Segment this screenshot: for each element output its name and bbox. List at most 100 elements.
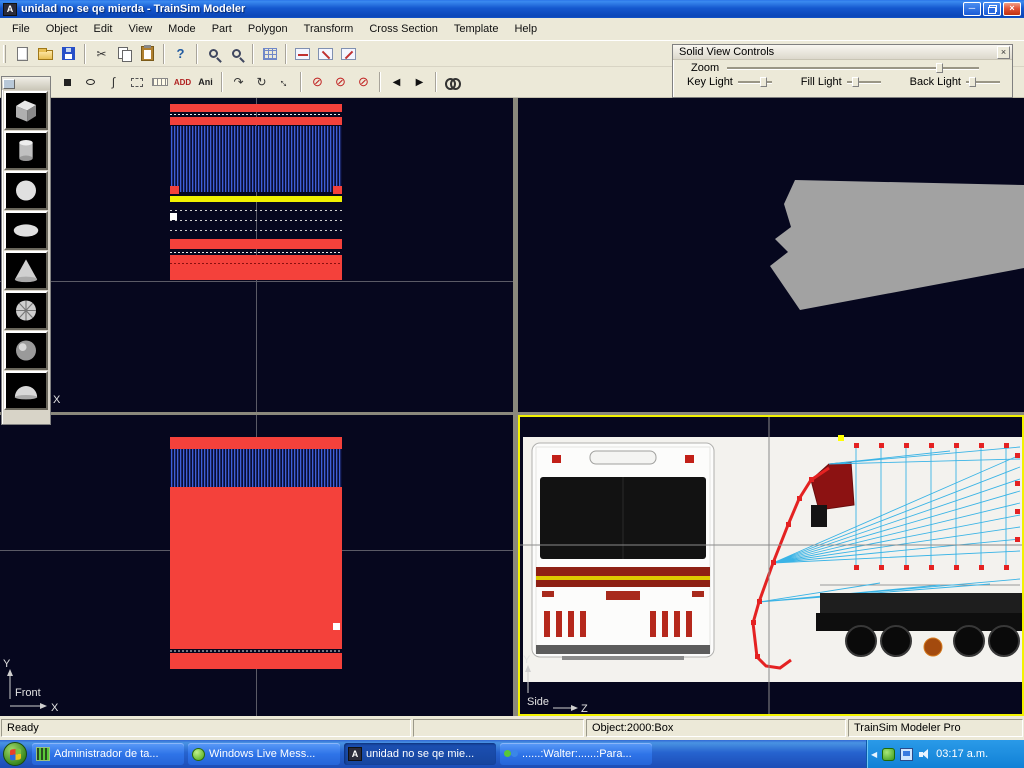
primitive-box-button[interactable] [4,91,48,130]
menu-mode[interactable]: Mode [160,20,204,38]
toolbar-grip[interactable] [3,45,6,63]
palette-titlebar[interactable] [2,77,50,90]
lock-move-button[interactable]: ⊘ [306,71,329,93]
primitive-ellipsoid-button[interactable] [4,211,48,250]
app-icon: A [3,3,17,16]
key-light-thumb[interactable] [760,77,767,87]
statusbar: Ready Object:2000:Box TrainSim Modeler P… [0,716,1024,740]
status-app-name: TrainSim Modeler Pro [848,719,1023,737]
close-button[interactable]: × [1003,2,1021,16]
minimize-button[interactable]: ─ [963,2,981,16]
back-light-slider[interactable] [966,76,1000,88]
tray-chevron-icon[interactable]: ◀ [871,750,877,759]
tray-volume-icon[interactable] [918,748,931,761]
copy-button[interactable] [113,43,136,65]
back-light-thumb[interactable] [969,77,976,87]
mirror-x-button[interactable] [291,43,314,65]
menu-edit[interactable]: Edit [86,20,121,38]
solid-view-controls-titlebar[interactable]: Solid View Controls × [673,45,1012,60]
move-tool-button[interactable]: ↷ [227,71,250,93]
menu-polygon[interactable]: Polygon [240,20,296,38]
selected-vertex[interactable] [838,435,844,441]
viewport-side[interactable]: Y Side Z [518,415,1024,716]
back-icon: ◀ [393,77,401,88]
lock-rotate-button[interactable]: ⊘ [329,71,352,93]
paste-button[interactable] [136,43,159,65]
primitive-dome-button[interactable] [4,371,48,410]
prev-button[interactable]: ◀ [385,71,408,93]
taskbar-item-conversation[interactable]: ......:Walter:......:Para... [500,743,652,765]
grid-toggle-button[interactable] [258,43,281,65]
next-button[interactable]: ▶ [408,71,431,93]
primitive-shaded-sphere-button[interactable] [4,331,48,370]
find-button[interactable] [441,71,464,93]
measure-button[interactable] [148,71,171,93]
menu-object[interactable]: Object [38,20,86,38]
menu-template[interactable]: Template [446,20,507,38]
status-panel-empty [413,719,584,737]
vertex-handle[interactable] [170,213,177,220]
taskbar-item-messenger[interactable]: Windows Live Mess... [188,743,340,765]
grid-icon [263,48,277,60]
cone-icon [6,253,46,288]
point-mode-button[interactable] [56,71,79,93]
primitive-cylinder-button[interactable] [4,131,48,170]
menu-part[interactable]: Part [204,20,240,38]
start-button[interactable] [0,740,30,768]
zoom-slider-thumb[interactable] [936,63,943,73]
cut-button[interactable]: ✂ [90,43,113,65]
viewport-front[interactable]: Y Front X [0,415,513,716]
fill-light-thumb[interactable] [852,77,859,87]
titlebar[interactable]: A unidad no se qe mierda - TrainSim Mode… [0,0,1024,18]
task-manager-icon [36,747,50,761]
solid-object[interactable] [770,180,1024,310]
animation-button[interactable]: Ani [194,71,217,93]
rotate-icon: ↻ [256,76,266,88]
menu-view[interactable]: View [121,20,161,38]
viewport-top[interactable]: X [0,98,513,412]
key-light-slider[interactable] [738,76,772,88]
messenger-icon [192,748,205,761]
new-file-button[interactable] [11,43,34,65]
lock-scale-button[interactable]: ⊘ [352,71,375,93]
rotate-tool-button[interactable]: ↻ [250,71,273,93]
ellipse-mode-button[interactable] [79,71,102,93]
mirror-z-button[interactable] [337,43,360,65]
zoom-out-button[interactable] [225,43,248,65]
spline-mode-button[interactable]: ∫ [102,71,125,93]
binoculars-icon [445,78,461,87]
open-file-button[interactable] [34,43,57,65]
primitive-geosphere-button[interactable] [4,291,48,330]
front-view-object[interactable] [170,437,342,669]
zoom-in-button[interactable] [202,43,225,65]
save-button[interactable] [57,43,80,65]
mirror-y-button[interactable] [314,43,337,65]
viewport-solid[interactable] [518,98,1024,412]
solid-view-close-button[interactable]: × [997,46,1010,59]
tray-network-icon[interactable] [900,748,913,761]
vertex-handle[interactable] [333,623,340,630]
restore-button[interactable] [983,2,1001,16]
scale-tool-button[interactable]: ↔ [273,71,296,93]
paste-icon [141,46,154,61]
help-button[interactable]: ? [169,43,192,65]
menu-help[interactable]: Help [506,20,545,38]
tray-status-icon[interactable] [882,748,895,761]
taskbar-item-trainsim[interactable]: A unidad no se qe mie... [344,743,496,765]
toolbar-separator [84,44,86,64]
menu-transform[interactable]: Transform [296,20,362,38]
copy-icon [118,47,132,61]
add-button[interactable]: ADD [171,71,194,93]
taskbar-item-task-manager[interactable]: Administrador de ta... [32,743,184,765]
side-axis-z-label: Z [581,703,588,714]
restore-icon [988,5,997,14]
primitive-sphere-button[interactable] [4,171,48,210]
zoom-slider[interactable] [727,62,979,74]
fill-light-slider[interactable] [847,76,881,88]
palette-grip-icon[interactable] [3,79,15,89]
menu-cross-section[interactable]: Cross Section [361,20,445,38]
primitive-cone-button[interactable] [4,251,48,290]
select-box-button[interactable] [125,71,148,93]
menu-file[interactable]: File [4,20,38,38]
fill-light-label: Fill Light [801,76,842,88]
